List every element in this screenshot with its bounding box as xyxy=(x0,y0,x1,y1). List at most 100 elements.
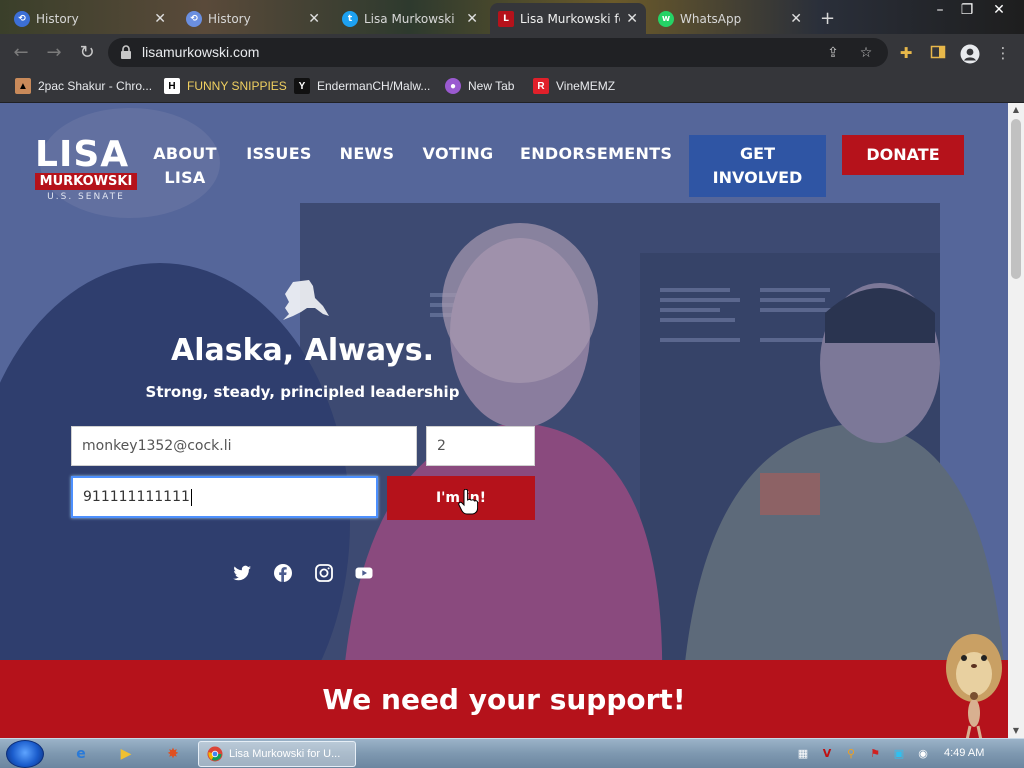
hand-cursor-icon xyxy=(458,489,478,515)
tab-title: WhatsApp xyxy=(680,11,742,26)
bookmark-label: New Tab xyxy=(468,79,515,93)
twitter-icon: t xyxy=(342,10,358,27)
tray-monitor-icon[interactable]: ▣ xyxy=(892,747,906,761)
get-involved-button[interactable]: GET INVOLVED xyxy=(689,135,826,197)
email-field[interactable]: monkey1352@cock.li xyxy=(71,426,417,466)
side-panel-icon[interactable] xyxy=(929,44,947,62)
bookmark-favicon-icon: ▲ xyxy=(15,78,31,94)
scroll-up-icon[interactable]: ▲ xyxy=(1008,103,1024,117)
hero-headline: Alaska, Always. xyxy=(171,333,434,368)
bookmark-label: EndermanCH/Malw... xyxy=(317,79,431,93)
extensions-icon[interactable]: ✚ xyxy=(897,44,915,62)
get-involved-line-2: INVOLVED xyxy=(712,168,803,187)
page-scrollbar[interactable]: ▲ ▼ xyxy=(1008,103,1024,738)
media-player-icon[interactable]: ▶ xyxy=(107,742,145,766)
h-favicon-icon: H xyxy=(164,78,180,94)
r-favicon-icon: R xyxy=(533,78,549,94)
tray-v-icon[interactable]: V xyxy=(820,747,834,761)
back-icon[interactable]: ← xyxy=(10,42,32,64)
taskbar-chrome-window[interactable]: Lisa Murkowski for U... xyxy=(198,741,356,767)
tray-search-icon[interactable]: ⚲ xyxy=(844,747,858,761)
bookmark-new-tab[interactable]: ● New Tab xyxy=(445,78,514,94)
chrome-icon xyxy=(207,746,223,762)
hamster-mascot-image xyxy=(946,634,1002,738)
new-tab-button[interactable]: + xyxy=(812,3,842,34)
address-bar[interactable]: lisamurkowski.com ⇪ ☆ xyxy=(108,38,888,67)
tray-app-icon[interactable]: ▦ xyxy=(796,747,810,761)
window-close-icon[interactable]: ✕ xyxy=(984,2,1014,18)
donate-button[interactable]: DONATE xyxy=(842,135,964,175)
murkowski-favicon-icon: L xyxy=(498,10,514,27)
browser-toolbar: ← → ↻ lisamurkowski.com ⇪ ☆ ✚ ⋮ xyxy=(0,34,1024,71)
phone-field[interactable]: 911111111111 xyxy=(71,476,378,518)
tab-strip: ⟲ History ✕ ⟲ History ✕ t Lisa Murkowski… xyxy=(0,0,1024,34)
url-text: lisamurkowski.com xyxy=(142,44,260,60)
tab-title: Lisa Murkowski fo xyxy=(520,11,621,26)
tab-title: History xyxy=(208,11,251,26)
start-button-icon[interactable] xyxy=(6,740,44,768)
lock-icon xyxy=(121,45,131,59)
bookmark-vinememz[interactable]: R VineMEMZ xyxy=(533,78,615,94)
tab-title: Lisa Murkowski xyxy=(364,11,455,26)
nav-about-line-1: ABOUT xyxy=(153,144,217,163)
close-icon[interactable]: ✕ xyxy=(466,11,478,27)
alaska-map-icon xyxy=(283,280,329,320)
share-icon[interactable]: ⇪ xyxy=(825,45,841,61)
page-viewport: LISA MURKOWSKI U.S. SENATE ABOUT LISA IS… xyxy=(0,103,1008,738)
bookmark-endermanch[interactable]: Y EndermanCH/Malw... xyxy=(294,78,430,94)
nav-endorsements[interactable]: ENDORSEMENTS xyxy=(520,142,672,166)
site-logo[interactable]: LISA MURKOWSKI U.S. SENATE xyxy=(35,137,137,202)
nav-voting[interactable]: VOTING xyxy=(421,142,495,166)
history-icon: ⟲ xyxy=(186,10,202,27)
tab-whatsapp[interactable]: w WhatsApp ✕ xyxy=(650,3,810,34)
paint-app-icon[interactable]: ✸ xyxy=(154,742,192,766)
hero-background-photo xyxy=(0,103,1008,738)
instagram-icon[interactable] xyxy=(314,563,334,583)
twitter-icon[interactable] xyxy=(232,563,252,583)
bookmark-label: 2pac Shakur - Chro... xyxy=(38,79,153,93)
tab-title: History xyxy=(36,11,79,26)
tray-volume-icon[interactable]: ◉ xyxy=(916,747,930,761)
text-caret xyxy=(190,488,192,506)
zip-field[interactable]: 2 xyxy=(426,426,535,466)
restore-icon[interactable]: ❐ xyxy=(952,2,982,18)
close-icon[interactable]: ✕ xyxy=(790,11,802,27)
taskbar-clock[interactable]: 4:49 AM xyxy=(944,747,984,759)
bookmark-2pac[interactable]: ▲ 2pac Shakur - Chro... xyxy=(15,78,152,94)
new-tab-favicon-icon: ● xyxy=(445,78,461,94)
facebook-icon[interactable] xyxy=(273,563,293,583)
scrollbar-thumb[interactable] xyxy=(1011,119,1021,279)
support-heading: We need your support! xyxy=(322,683,686,716)
bookmark-funny-snippies[interactable]: H FUNNY SNIPPIES xyxy=(164,78,287,94)
tab-history-2[interactable]: ⟲ History ✕ xyxy=(178,3,328,34)
menu-kebab-icon[interactable]: ⋮ xyxy=(994,44,1012,62)
logo-surname: MURKOWSKI xyxy=(35,173,137,190)
github-favicon-icon: Y xyxy=(294,78,310,94)
nav-news[interactable]: NEWS xyxy=(338,142,396,166)
tab-lisa-murkowski-active[interactable]: L Lisa Murkowski fo ✕ xyxy=(490,3,646,34)
tray-flag-icon[interactable]: ⚑ xyxy=(868,747,882,761)
close-icon[interactable]: ✕ xyxy=(154,11,166,27)
minimize-icon[interactable]: – xyxy=(925,2,955,18)
nav-issues[interactable]: ISSUES xyxy=(246,142,312,166)
email-value: monkey1352@cock.li xyxy=(82,438,232,454)
get-involved-line-1: GET xyxy=(740,144,775,163)
profile-avatar-icon[interactable] xyxy=(960,44,980,64)
close-icon[interactable]: ✕ xyxy=(308,11,320,27)
nav-about-lisa[interactable]: ABOUT LISA xyxy=(150,142,220,190)
history-icon: ⟲ xyxy=(14,10,30,27)
bookmark-label: FUNNY SNIPPIES xyxy=(187,79,287,93)
zip-value: 2 xyxy=(437,438,446,454)
close-icon[interactable]: ✕ xyxy=(626,11,638,27)
whatsapp-icon: w xyxy=(658,10,674,27)
tab-history-1[interactable]: ⟲ History ✕ xyxy=(6,3,174,34)
nav-about-line-2: LISA xyxy=(164,168,206,187)
scroll-down-icon[interactable]: ▼ xyxy=(1008,724,1024,738)
reload-icon[interactable]: ↻ xyxy=(76,42,98,64)
tab-lisa-murkowski[interactable]: t Lisa Murkowski ✕ xyxy=(334,3,486,34)
forward-icon[interactable]: → xyxy=(43,42,65,64)
windows-taskbar: e ▶ ✸ Lisa Murkowski for U... ▦ V ⚲ ⚑ ▣ … xyxy=(0,738,1024,768)
bookmark-star-icon[interactable]: ☆ xyxy=(858,45,874,61)
internet-explorer-icon[interactable]: e xyxy=(62,742,100,766)
youtube-icon[interactable] xyxy=(354,563,374,583)
